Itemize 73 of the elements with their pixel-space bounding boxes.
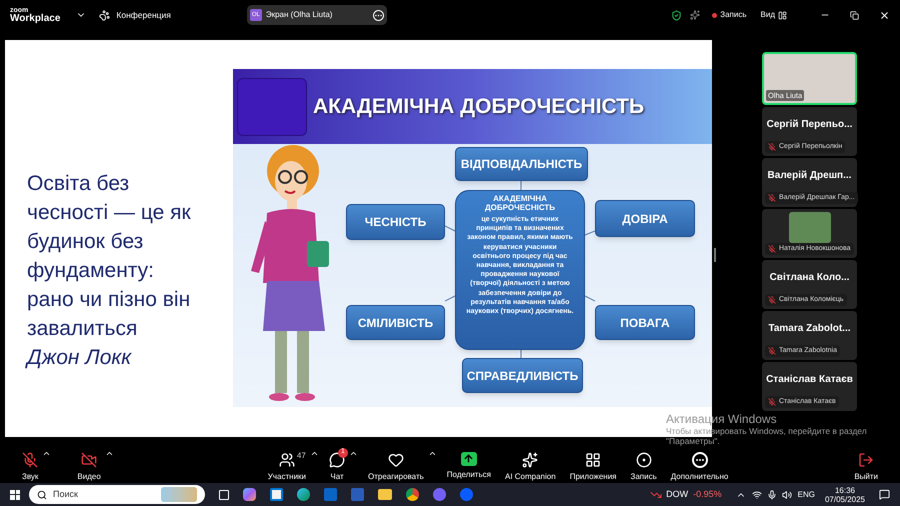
connector-line — [445, 226, 456, 232]
toolbar-button[interactable]: AI Companion — [500, 448, 560, 482]
windows-start-icon[interactable] — [10, 490, 20, 500]
people-icon — [278, 452, 295, 468]
clock[interactable]: 16:36 07/05/2025 — [824, 486, 865, 504]
title-badge-panel — [237, 78, 307, 136]
quote-line: Освіта без — [27, 171, 130, 197]
paw-icon — [99, 10, 110, 20]
record-status[interactable]: Запись — [720, 9, 747, 21]
photo-placeholder — [788, 212, 830, 242]
resize-handle[interactable] — [714, 248, 716, 262]
task-view-icon[interactable] — [219, 490, 229, 500]
close-icon[interactable] — [879, 10, 890, 20]
connector-line — [520, 181, 522, 190]
quote-line: фундаменту: — [27, 258, 155, 284]
value-box: СМІЛИВІСТЬ — [346, 305, 445, 340]
participant-display-name: Tamara Zabolot... — [767, 322, 852, 336]
record-icon — [636, 452, 652, 468]
value-box: СПРАВЕДЛИВІСТЬ — [462, 358, 583, 393]
participant-display-name: Сергій Перепьо... — [766, 118, 854, 132]
participant-display-name: Світлана Коло... — [768, 271, 850, 285]
definition-title: АКАДЕМІЧНА ДОБРОЧЕСНІСТЬ — [484, 194, 556, 212]
more-icon[interactable] — [372, 10, 384, 20]
value-box: ДОВІРА — [595, 200, 695, 237]
quote-line: будинок без — [27, 229, 144, 255]
logo-text: Workplace — [10, 14, 60, 24]
layout-icon — [778, 10, 787, 20]
toolbar-button[interactable]: Поделиться — [442, 448, 495, 480]
microphone-icon[interactable] — [766, 490, 777, 500]
graphic-title: АКАДЕМІЧНА ДОБРОЧЕСНІСТЬ — [313, 96, 644, 117]
volume-icon[interactable] — [782, 490, 792, 500]
connector-line — [584, 230, 595, 236]
sparkle-icon[interactable] — [690, 10, 700, 20]
toolbar-button[interactable]: 47 Участники — [264, 448, 310, 482]
value-box: ПОВАГА — [595, 305, 695, 340]
taskbar-search-field[interactable]: Поиск — [29, 485, 205, 504]
shield-check-icon[interactable] — [671, 10, 682, 20]
network-icon[interactable] — [752, 490, 762, 500]
toolbar-button[interactable]: Видео — [73, 448, 105, 482]
stock-change: -0.95% — [693, 488, 722, 501]
value-box: ВІДПОВІДАЛЬНІСТЬ — [455, 147, 588, 181]
value-box: ЧЕСНІСТЬ — [346, 204, 445, 240]
participant-display-name: Валерій Дрешп... — [766, 169, 852, 183]
search-input[interactable]: Поиск — [53, 488, 133, 502]
toolbar-button[interactable]: Дополнительно — [666, 448, 732, 482]
toolbar-button[interactable]: Приложения — [566, 448, 620, 482]
participant-count: 47 — [296, 450, 306, 462]
stock-ticker[interactable]: DOW — [666, 488, 688, 502]
connector-line — [520, 350, 522, 358]
quote-author: Джон Локк — [27, 345, 132, 371]
connector-line — [445, 296, 456, 302]
quote-line: рано чи пізно він — [27, 287, 192, 313]
search-icon — [37, 490, 47, 500]
toolbar-button[interactable]: Выйти — [850, 448, 882, 482]
notifications-icon[interactable] — [879, 489, 890, 500]
restore-icon[interactable] — [850, 10, 859, 20]
chat-bubble-icon — [329, 452, 345, 468]
connector-line — [584, 296, 595, 302]
toolbar-button[interactable]: Звук — [18, 448, 42, 482]
toolbar-button[interactable]: Отреагировать — [364, 448, 428, 482]
quote-line: чесності — це як — [27, 200, 192, 226]
view-button[interactable]: Вид — [760, 9, 775, 21]
sparkle-icon — [522, 452, 538, 468]
language-indicator[interactable]: ENG — [798, 488, 815, 500]
toolbar-button[interactable]: Запись — [626, 448, 661, 482]
quote-line: завалиться — [27, 316, 138, 342]
heart-icon — [388, 452, 404, 468]
share-label: Экран (Olha Liuta) — [266, 9, 332, 21]
participant-display-name: Станіслав Катаєв — [765, 373, 854, 387]
apps-grid-icon — [585, 452, 602, 468]
exit-door-icon — [858, 452, 874, 468]
more-icon — [692, 452, 708, 468]
meeting-label[interactable]: Конференция — [116, 8, 171, 22]
